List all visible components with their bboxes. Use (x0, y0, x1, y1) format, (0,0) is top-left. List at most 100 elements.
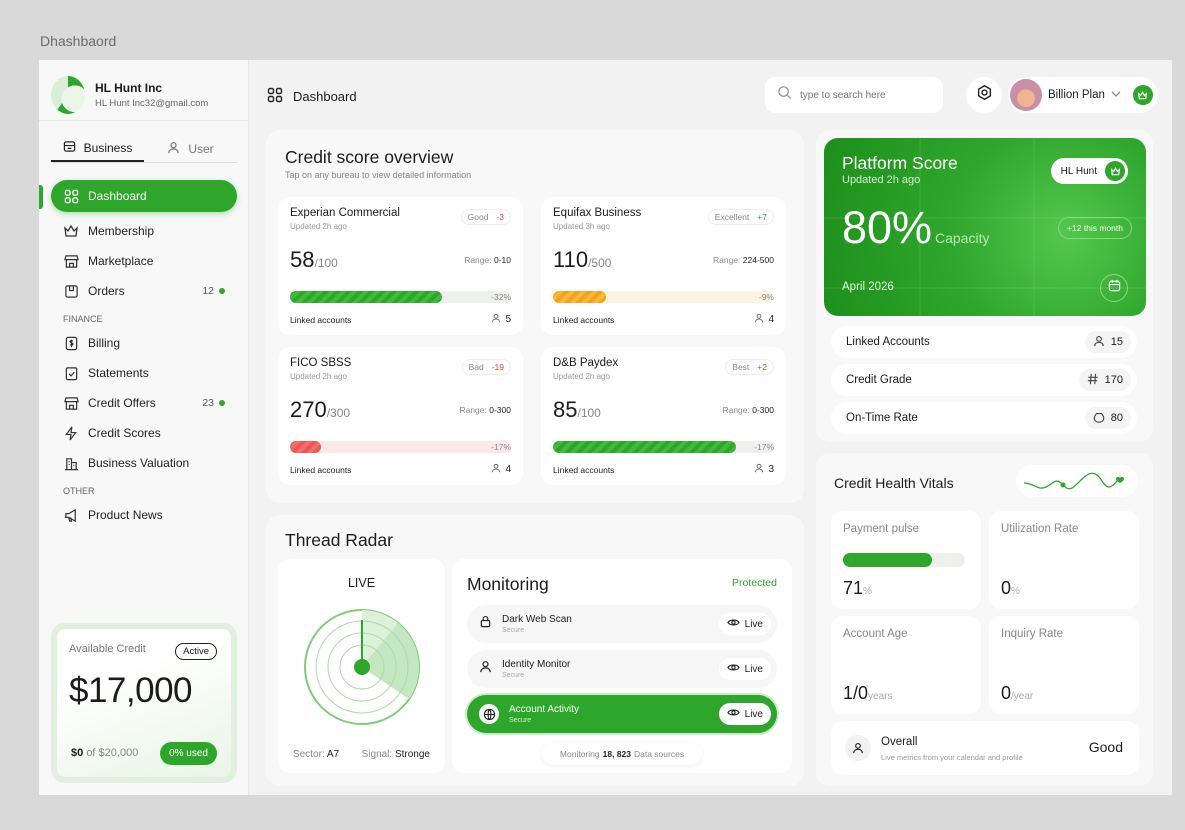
sidebar-item-label: Dashboard (88, 189, 147, 203)
section-title: Thread Radar (285, 530, 393, 550)
score-bar-track (290, 441, 511, 453)
bureau-card[interactable]: Experian Commercial Updated 2h ago Good -… (278, 197, 523, 335)
orders-count: 12 (202, 285, 225, 297)
score-bar-track (553, 291, 774, 303)
vital-payment-pulse[interactable]: Payment pulse 71% (831, 511, 981, 609)
user-icon (491, 313, 501, 326)
sidebar-item-marketplace[interactable]: Marketplace (51, 246, 237, 276)
sidebar-item-statements[interactable]: Statements (51, 358, 237, 388)
chevron-down-icon (1111, 89, 1121, 101)
sector-readout: Sector: A7 (293, 749, 339, 760)
score-value: 58 (290, 247, 315, 272)
rating-badge: Good -3 (460, 209, 511, 225)
live-button[interactable]: Live (718, 703, 771, 725)
sidebar-item-billing[interactable]: Billing (51, 328, 237, 358)
section-title: Credit score overview (285, 147, 454, 167)
live-button[interactable]: Live (718, 658, 771, 680)
plan-name: Billion Plan (1048, 89, 1105, 101)
tab-user[interactable]: User (144, 135, 237, 162)
sector-label: Sector: (293, 749, 325, 760)
calendar-button[interactable] (1100, 274, 1128, 302)
crown-icon (63, 223, 79, 239)
range-value: 224-500 (742, 255, 774, 265)
settings-button[interactable] (966, 77, 1002, 113)
bureau-score: 85/100 (553, 397, 601, 423)
avatar (1010, 79, 1042, 111)
monitor-row-identity[interactable]: Identity Monitor Secure Live (467, 650, 777, 688)
profile[interactable]: HL Hunt Inc HL Hunt Inc32@gmail.com (51, 70, 247, 120)
monitor-row-account-activity[interactable]: Account Activity Secure Live (467, 695, 777, 733)
bureau-card[interactable]: FICO SBSS Updated 2h ago Bad -19 270/300 … (278, 347, 523, 485)
linked-count: 3 (768, 464, 774, 475)
live-button[interactable]: Live (718, 613, 771, 635)
sidebar-item-product-news[interactable]: Product News (51, 500, 237, 530)
bureau-card[interactable]: Equifax Business Updated 3h ago Excellen… (541, 197, 786, 335)
gear-icon (976, 84, 993, 106)
rating-delta: -3 (496, 212, 504, 222)
bureau-range: Range: 224-500 (713, 255, 774, 265)
credit-offers-count-value: 23 (202, 397, 214, 409)
active-indicator (39, 185, 43, 209)
sidebar-item-membership[interactable]: Membership (51, 216, 237, 246)
stat-on-time-rate[interactable]: On-Time Rate 80 (831, 402, 1137, 434)
bag-icon (1093, 411, 1105, 426)
score-bar-fill (290, 441, 321, 453)
bureau-name: FICO SBSS (290, 357, 352, 369)
linked-accounts-count: 3 (754, 463, 774, 476)
sidebar-item-dashboard[interactable]: Dashboard (51, 180, 237, 212)
lock-icon (479, 615, 492, 633)
rating-badge: Best +2 (725, 359, 774, 375)
plan-menu[interactable]: Billion Plan (1008, 77, 1158, 113)
range-label: Range: (713, 255, 741, 265)
linked-accounts-count: 4 (754, 313, 774, 326)
overall-card[interactable]: Overall Live metrics from your calendar … (831, 721, 1139, 775)
sidebar-item-label: Business Valuation (88, 456, 190, 470)
vital-account-age[interactable]: Account Age 1/0years (831, 616, 981, 714)
vital-value: 0/year (1001, 683, 1033, 704)
sidebar-item-label: Credit Offers (88, 396, 156, 410)
sidebar-item-business-valuation[interactable]: Business Valuation (51, 448, 237, 478)
vital-label: Inquiry Rate (1001, 628, 1064, 640)
stat-credit-grade[interactable]: Credit Grade 170 (831, 364, 1137, 396)
bureau-card[interactable]: D&B Paydex Updated 2h ago Best +2 85/100 … (541, 347, 786, 485)
radar-card[interactable]: LIVE Sector: A7 Signal: Stronge (278, 559, 445, 773)
vital-utilization-rate[interactable]: Utilization Rate 0% (989, 511, 1139, 609)
hl-hunt-badge[interactable]: HL Hunt (1050, 158, 1128, 184)
vital-value: 0% (1001, 578, 1020, 599)
footer-count: 18, 823 (602, 749, 631, 759)
stat-value: 80 (1084, 407, 1131, 429)
stat-linked-accounts[interactable]: Linked Accounts 15 (831, 326, 1137, 358)
score-max: /300 (326, 406, 351, 420)
vital-unit: years (868, 691, 893, 702)
user-icon (754, 313, 764, 326)
sidebar-item-credit-offers[interactable]: Credit Offers 23 (51, 388, 237, 418)
signal-value: Stronge (394, 749, 430, 760)
linked-accounts-label: Linked accounts (290, 315, 352, 325)
this-month-badge: +12 this month (1058, 217, 1132, 239)
company-name: HL Hunt Inc (95, 81, 163, 95)
monitoring-footer: Monitoring 18, 823 Data sources (542, 743, 702, 765)
score-max: /100 (314, 256, 338, 270)
crown-icon (1105, 161, 1125, 181)
sidebar-item-credit-scores[interactable]: Credit Scores (51, 418, 237, 448)
vital-inquiry-rate[interactable]: Inquiry Rate 0/year (989, 616, 1139, 714)
user-icon (754, 463, 764, 476)
linked-accounts-label: Linked accounts (553, 315, 615, 325)
sidebar-item-orders[interactable]: Orders 12 (51, 276, 237, 306)
sidebar-item-label: Credit Scores (88, 426, 161, 440)
overall-label: Overall (881, 736, 918, 748)
monitor-row-dark-web[interactable]: Dark Web Scan Secure Live (467, 605, 777, 643)
used-amount: $0 (71, 747, 84, 759)
rating-delta: -19 (491, 362, 504, 372)
building-icon (63, 455, 79, 471)
monitor-name: Account Activity (509, 704, 580, 715)
search-input[interactable] (800, 89, 930, 101)
orders-count-value: 12 (202, 285, 214, 297)
vital-unit: /year (1011, 691, 1034, 702)
tab-business[interactable]: Business (51, 135, 144, 162)
monitor-sub: Secure (502, 627, 525, 634)
linked-accounts-count: 5 (491, 313, 511, 326)
radar-chart (304, 609, 420, 725)
platform-score-card: Platform Score Updated 2h ago HL Hunt 80… (824, 138, 1146, 316)
nav-section-finance: FINANCE (63, 314, 103, 324)
